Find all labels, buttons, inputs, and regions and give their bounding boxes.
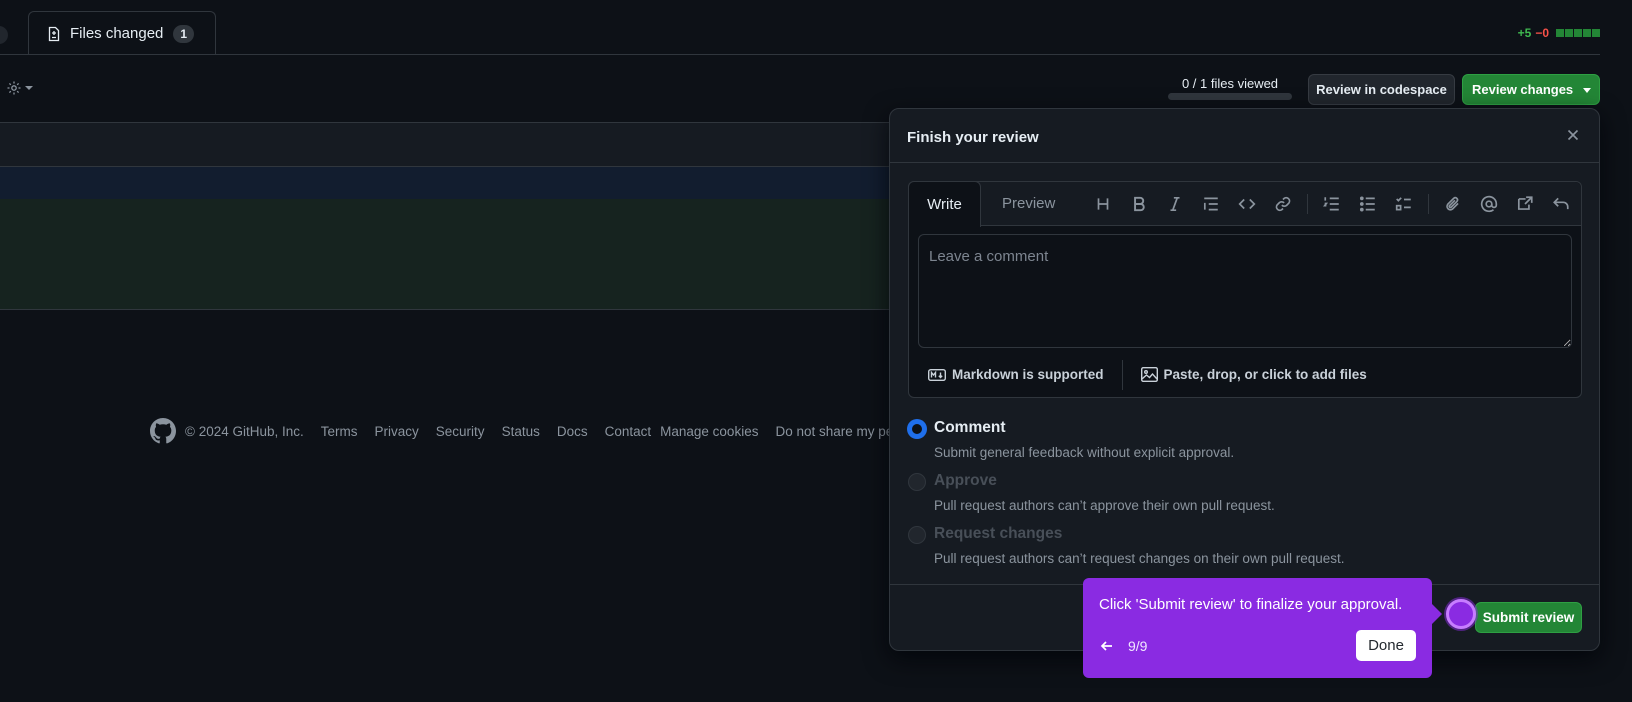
caret-down-icon	[1583, 88, 1591, 93]
option-approve-label: Approve	[934, 472, 997, 489]
mention-icon[interactable]	[1471, 192, 1507, 216]
panel-title: Finish your review	[907, 129, 1039, 146]
attach-note: Paste, drop, or click to add files	[1163, 367, 1367, 382]
tour-beacon[interactable]	[1446, 599, 1476, 629]
quote-icon[interactable]	[1193, 192, 1229, 216]
option-request-changes-label: Request changes	[934, 525, 1063, 542]
attach-files-button[interactable]: Paste, drop, or click to add files	[1140, 367, 1367, 382]
paperclip-icon[interactable]	[1435, 192, 1471, 216]
close-icon[interactable]	[1565, 127, 1581, 143]
diffstat-blocks	[1556, 29, 1600, 37]
footer-link-contact[interactable]: Contact	[605, 424, 652, 439]
comment-textarea[interactable]	[918, 234, 1572, 348]
panel-header: Finish your review	[890, 109, 1599, 163]
editor-footer: Markdown is supported Paste, drop, or cl…	[909, 352, 1581, 397]
italic-icon[interactable]	[1157, 192, 1193, 216]
tour-step-counter: 9/9	[1128, 638, 1148, 654]
finish-review-panel: Finish your review Write Preview Leave a…	[889, 108, 1600, 651]
editor-tabs: Write Preview	[908, 181, 1581, 227]
formatting-toolbar	[1085, 192, 1579, 216]
tab-bar-divider	[0, 54, 1600, 55]
review-changes-button[interactable]: Review changes	[1462, 74, 1600, 105]
footer-link-docs[interactable]: Docs	[557, 424, 588, 439]
cross-reference-icon[interactable]	[1507, 192, 1543, 216]
image-icon	[1140, 367, 1158, 382]
diffstat-deletions: −0	[1535, 26, 1549, 40]
footer-link-security[interactable]: Security	[436, 424, 485, 439]
tour-tooltip: Click 'Submit review' to finalize your a…	[1083, 578, 1442, 678]
footer-link-terms[interactable]: Terms	[321, 424, 358, 439]
diffstat-additions: +5	[1517, 26, 1532, 40]
radio-request-changes	[908, 526, 926, 544]
previous-tab-counter[interactable]	[0, 26, 8, 44]
radio-approve	[908, 473, 926, 491]
review-changes-label: Review changes	[1472, 82, 1574, 97]
heading-icon[interactable]	[1085, 192, 1121, 216]
files-viewed-label: 0 / 1 files viewed	[1181, 76, 1279, 91]
review-in-codespace-button[interactable]: Review in codespace	[1308, 74, 1455, 105]
file-diff-icon	[48, 26, 60, 41]
toolbar-separator	[1307, 194, 1308, 214]
tab-write[interactable]: Write	[908, 181, 981, 227]
bold-icon[interactable]	[1121, 192, 1157, 216]
radio-comment[interactable]	[908, 420, 926, 438]
toolbar-separator	[1428, 194, 1429, 214]
chevron-down-icon	[25, 86, 33, 90]
files-changed-count: 1	[173, 24, 195, 43]
tab-preview[interactable]: Preview	[1002, 195, 1055, 212]
hunk-header-row	[0, 167, 900, 199]
option-request-changes-description: Pull request authors can’t request chang…	[934, 551, 1345, 566]
comment-editor: Write Preview Leave a comment Markdown i…	[908, 181, 1582, 398]
added-lines	[0, 199, 900, 310]
option-comment-label: Comment	[934, 419, 1006, 436]
code-icon[interactable]	[1229, 192, 1265, 216]
page-footer: © 2024 GitHub, Inc. Terms Privacy Securi…	[150, 418, 929, 444]
tab-files-changed-label: Files changed	[70, 25, 164, 42]
github-logo-icon[interactable]	[150, 418, 176, 444]
files-viewed-progress	[1168, 93, 1292, 100]
footer-link-manage-cookies[interactable]: Manage cookies	[660, 424, 758, 439]
footer-copyright: © 2024 GitHub, Inc.	[185, 423, 304, 439]
footer-link-privacy[interactable]: Privacy	[375, 424, 419, 439]
task-list-icon[interactable]	[1386, 192, 1422, 216]
footer-link-status[interactable]: Status	[502, 424, 540, 439]
tour-done-button[interactable]: Done	[1356, 630, 1416, 661]
diffstat: +5 −0	[1518, 26, 1600, 40]
diff-settings-button[interactable]	[6, 80, 33, 96]
markdown-note: Markdown is supported	[952, 367, 1104, 382]
tour-message: Click 'Submit review' to finalize your a…	[1099, 596, 1403, 613]
option-comment-description: Submit general feedback without explicit…	[934, 445, 1235, 460]
markdown-icon	[928, 368, 946, 381]
editor-footer-divider	[1121, 359, 1123, 390]
option-approve-description: Pull request authors can’t approve their…	[934, 498, 1275, 513]
submit-review-button[interactable]: Submit review	[1475, 602, 1582, 633]
file-header	[0, 122, 900, 167]
gear-icon	[7, 81, 21, 95]
markdown-supported-link[interactable]: Markdown is supported	[909, 367, 1104, 382]
undo-icon[interactable]	[1543, 192, 1579, 216]
unordered-list-icon[interactable]	[1350, 192, 1386, 216]
ordered-list-icon[interactable]	[1314, 192, 1350, 216]
arrow-left-icon[interactable]	[1099, 638, 1115, 654]
tab-files-changed[interactable]: Files changed 1	[28, 11, 216, 55]
link-icon[interactable]	[1265, 192, 1301, 216]
